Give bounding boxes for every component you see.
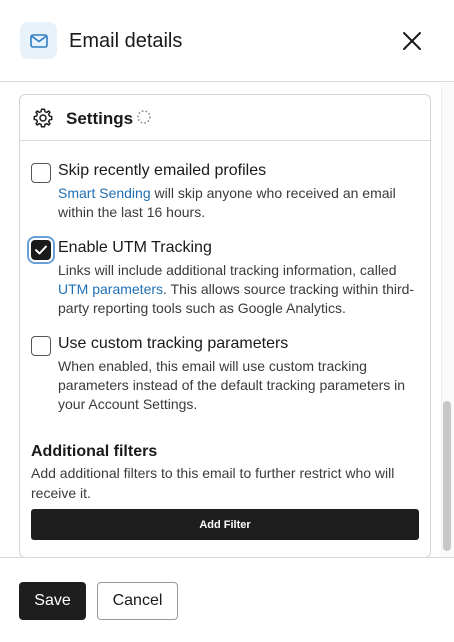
option-custom-tracking-parameters: Use custom tracking parameters When enab… <box>31 335 416 416</box>
checkmark-icon <box>35 245 47 255</box>
save-button[interactable]: Save <box>19 582 86 620</box>
skip-recently-emailed-checkbox[interactable] <box>31 163 51 183</box>
option-enable-utm-tracking: Enable UTM Tracking Links will include a… <box>31 239 416 320</box>
modal-header: Email details <box>0 0 454 82</box>
additional-filters-description: Add additional filters to this email to … <box>31 465 395 501</box>
close-button[interactable] <box>399 28 425 54</box>
modal-title: Email details <box>69 30 183 52</box>
custom-tracking-checkbox[interactable] <box>31 336 51 356</box>
settings-card: Settings Skip recently emailed profiles … <box>19 94 431 557</box>
add-filter-button[interactable]: Add Filter <box>31 509 419 540</box>
option-description: When enabled, this email will use custom… <box>58 358 406 412</box>
modal-body: Settings Skip recently emailed profiles … <box>0 83 454 557</box>
gear-icon <box>33 108 53 128</box>
enable-utm-tracking-checkbox[interactable] <box>31 240 51 260</box>
email-icon-badge <box>20 22 57 59</box>
option-label: Use custom tracking parameters <box>58 335 289 352</box>
additional-filters-title: Additional filters <box>31 443 158 460</box>
option-description: Links will include additional tracking i… <box>58 261 423 318</box>
spinner-icon <box>137 110 151 124</box>
option-label: Skip recently emailed profiles <box>58 162 267 179</box>
utm-parameters-link[interactable]: UTM parameters <box>58 281 163 297</box>
settings-card-header: Settings <box>20 95 430 141</box>
close-icon <box>403 32 421 50</box>
settings-title: Settings <box>66 109 134 128</box>
smart-sending-link[interactable]: Smart Sending <box>58 185 151 201</box>
scrollbar-thumb[interactable] <box>443 401 451 551</box>
option-label: Enable UTM Tracking <box>58 239 212 256</box>
option-skip-recently-emailed: Skip recently emailed profiles Smart Sen… <box>31 162 416 223</box>
modal-footer: Save Cancel <box>0 557 454 642</box>
envelope-icon <box>29 33 48 48</box>
cancel-button[interactable]: Cancel <box>97 582 178 620</box>
option-description-text: Links will include additional tracking i… <box>58 262 397 278</box>
option-description: Smart Sending will skip anyone who recei… <box>58 184 423 222</box>
